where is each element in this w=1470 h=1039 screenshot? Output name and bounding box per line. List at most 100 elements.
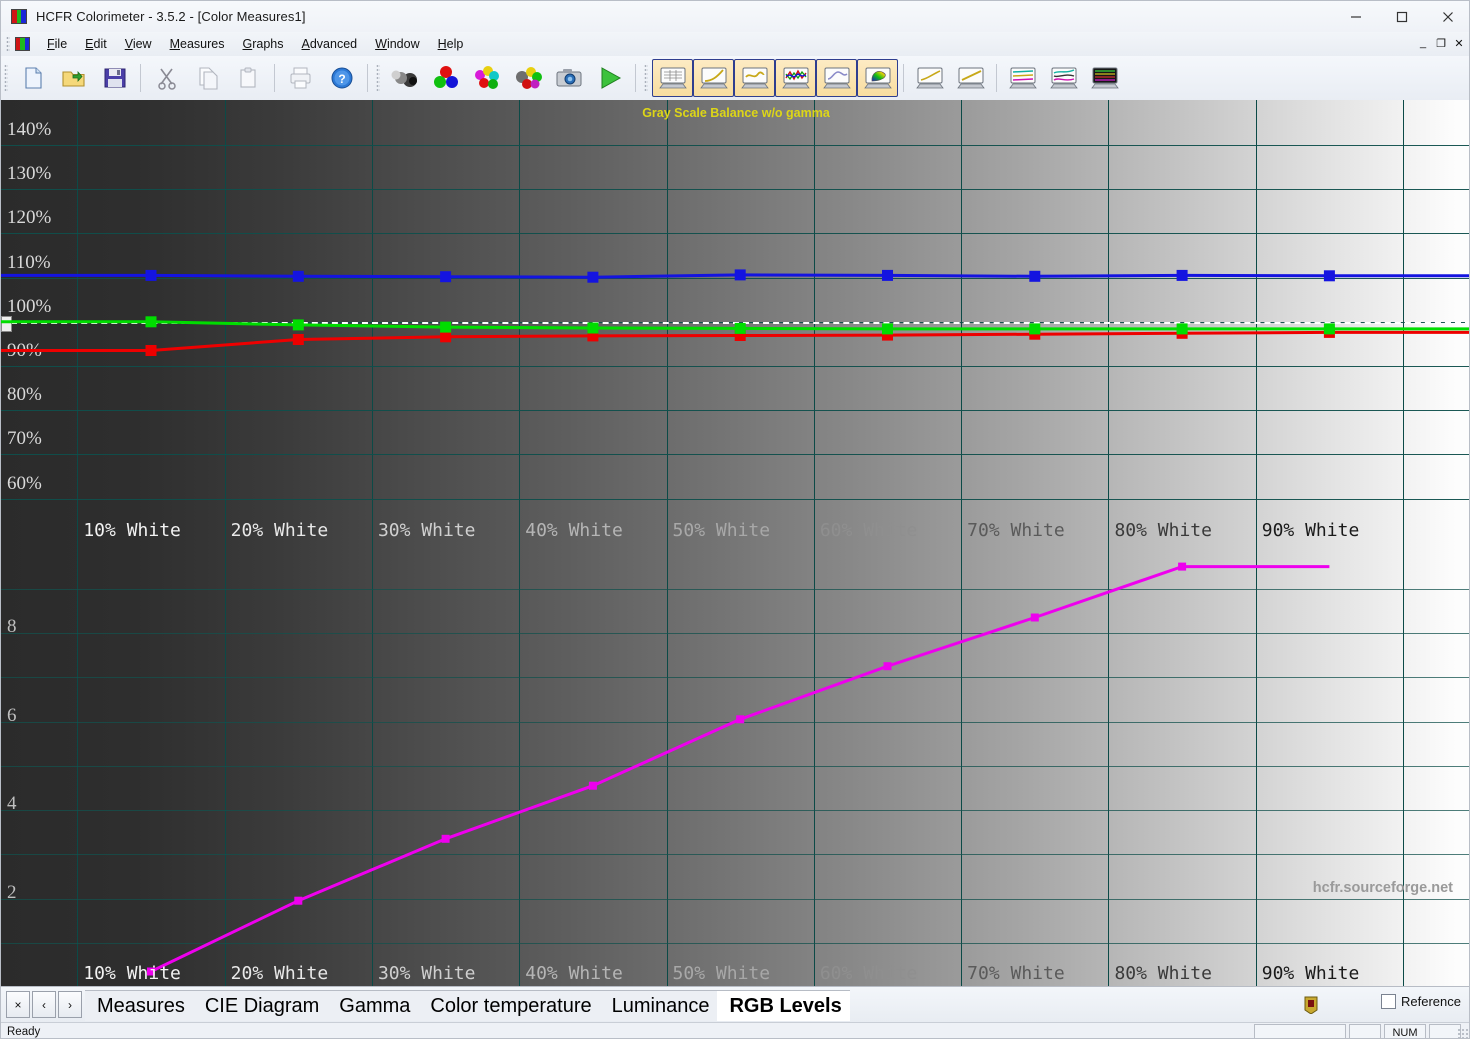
measure-secondaries-button[interactable] [466,59,507,97]
capture-button[interactable] [548,59,589,97]
menu-label-graphs-rest: raphs [252,37,284,51]
menu-mnemonic-graphs: G [242,37,253,51]
tab-close-button[interactable]: × [6,991,30,1018]
toolbar-graph-group [652,59,898,97]
menu-mnemonic-window: W [375,37,387,51]
minimize-icon[interactable] [1333,1,1379,32]
chart-plot-area[interactable]: 140% 130% 120% 110% 100% 90% 80% 70% 60% 8 6 4 2 Gra… [1,100,1469,986]
new-document-button[interactable] [12,59,53,97]
run-measures-button[interactable] [589,59,630,97]
chart-series-marker-blue [292,270,304,282]
close-icon[interactable] [1425,1,1469,32]
toolbar-grip-handle[interactable] [4,64,8,92]
measure-primaries-button[interactable] [425,59,466,97]
resize-grip[interactable] [1457,1028,1469,1038]
cut-button[interactable] [146,59,187,97]
chart-series-marker-green [145,316,157,328]
graph-gamma-button[interactable] [693,59,734,97]
chart-series-marker-luminance [736,715,745,724]
mdi-close-icon[interactable]: ✕ [1451,34,1467,52]
tab-label: Measures [97,994,185,1017]
view-luminance-button[interactable] [909,59,950,97]
save-button[interactable] [94,59,135,97]
tab-color-temperature[interactable]: Color temperature [418,990,600,1021]
view-rgb-detail-button[interactable] [1043,59,1084,97]
reference-checkbox-row[interactable]: Reference [1381,994,1461,1009]
chart-series-marker-blue [734,269,746,281]
tab-prev-button[interactable]: ‹ [32,991,56,1018]
chart-series-marker-green [587,322,599,334]
chart-watermark: hcfr.sourceforge.net [1312,880,1453,896]
mdi-minimize-icon[interactable]: _ [1415,34,1431,52]
view-gamma-button[interactable] [950,59,991,97]
open-folder-button[interactable] [53,59,94,97]
maximize-icon[interactable] [1379,1,1425,32]
mdi-app-icon[interactable] [15,37,30,51]
tab-label: Luminance [611,994,710,1017]
toolbar: ? [1,56,1469,101]
chart-series-marker-blue [587,271,599,283]
chart-x-tick-label-top: 20% White [230,520,329,541]
chart-x-tick-label-bottom: 50% White [672,963,771,984]
tab-gamma[interactable]: Gamma [327,990,419,1021]
chart-series-marker-green [1323,323,1335,335]
menu-item-edit[interactable]: Edit [76,34,116,54]
graph-rgb-levels-button[interactable] [775,59,816,97]
chart-series-marker-red [292,334,304,345]
menu-mnemonic-file: F [47,37,55,51]
window-title: HCFR Colorimeter - 3.5.2 - [Color Measur… [36,9,306,24]
tab-bar: × ‹ › Measures CIE Diagram Gamma Color temp… [1,986,1469,1023]
menu-mnemonic-measures: M [169,37,181,51]
tab-rgb-levels[interactable]: RGB Levels [717,990,850,1021]
copy-button[interactable] [187,59,228,97]
measure-saturations-button[interactable] [507,59,548,97]
reference-checkbox[interactable] [1381,994,1397,1009]
graph-color-temp-button[interactable] [734,59,775,97]
menu-item-advanced[interactable]: Advanced [293,34,367,54]
tab-separator [839,991,861,1021]
menu-item-window[interactable]: Window [366,34,428,54]
tab-cie-diagram[interactable]: CIE Diagram [192,990,328,1021]
toolbar-grip-handle-3[interactable] [644,64,648,92]
menu-grip-handle[interactable] [6,36,10,52]
menu-item-graphs[interactable]: Graphs [234,34,293,54]
tab-badge-icon[interactable] [1303,996,1319,1015]
print-button[interactable] [280,59,321,97]
menu-item-file[interactable]: File [38,34,76,54]
reference-checkbox-label: Reference [1401,994,1461,1009]
paste-button[interactable] [228,59,269,97]
mdi-maximize-icon[interactable]: ❐ [1433,34,1449,52]
help-button[interactable]: ? [321,59,362,97]
menu-item-view[interactable]: View [116,34,161,54]
menu-label-advanced-rest: dvanced [309,37,358,51]
view-rgb-dark-button[interactable] [1084,59,1125,97]
menu-item-help[interactable]: Help [429,34,473,54]
chart-series-marker-green [292,319,304,331]
menu-label-edit-rest: dit [93,37,107,51]
status-num-indicator: NUM [1384,1024,1426,1038]
chart-series-marker-blue [1176,269,1188,281]
graph-luminance-button[interactable] [816,59,857,97]
title-bar: HCFR Colorimeter - 3.5.2 - [Color Measur… [1,1,1469,32]
tab-measures[interactable]: Measures [85,990,193,1021]
menu-mnemonic-view: V [124,37,133,51]
toolbar-grip-handle-2[interactable] [376,64,380,92]
toolbar-separator-2 [274,64,275,92]
chart-x-tick-label-top: 60% White [819,520,918,541]
chart-x-tick-label-bottom: 20% White [230,963,329,984]
menu-bar: File Edit View Measures Graphs Advanced … [1,32,1469,57]
tab-luminance[interactable]: Luminance [599,990,718,1021]
status-indicator-group: NUM [1254,1024,1461,1038]
sensor-button[interactable] [384,59,425,97]
graph-measures-button[interactable] [652,59,693,97]
chart-x-tick-label-top: 90% White [1261,520,1360,541]
tab-label: Gamma [339,994,411,1017]
status-ready-text: Ready [7,1026,41,1038]
graph-cie-button[interactable] [857,59,898,97]
menu-mnemonic-help: H [437,37,447,51]
view-rgb-button[interactable] [1002,59,1043,97]
tab-label: CIE Diagram [204,994,320,1017]
tab-next-button[interactable]: › [58,991,82,1018]
menu-item-measures[interactable]: Measures [161,34,234,54]
chart-x-tick-label-bottom: 10% White [83,963,181,984]
